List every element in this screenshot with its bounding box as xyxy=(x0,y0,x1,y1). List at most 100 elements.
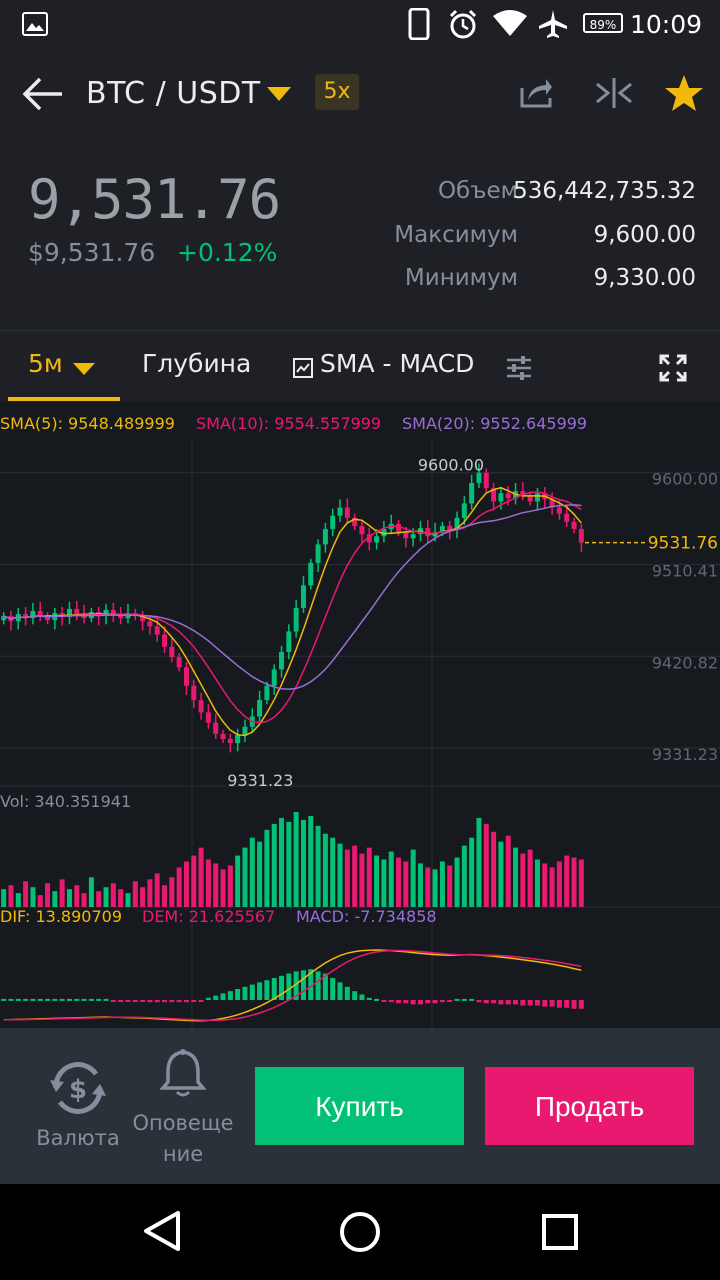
candle-body xyxy=(410,534,416,539)
volume-bar xyxy=(381,859,387,907)
candle-body xyxy=(257,700,263,717)
macd-histogram-bar xyxy=(344,986,350,1000)
sma-legend-item: SMA(20): 9552.645999 xyxy=(402,414,587,433)
macd-dem-line xyxy=(3,949,582,1022)
macd-histogram-bar xyxy=(549,1000,555,1007)
currency-exchange-icon[interactable]: $ xyxy=(46,1060,110,1116)
candle-body xyxy=(461,503,467,518)
alert-label-line1[interactable]: Оповеще xyxy=(130,1111,236,1135)
chart-settings-sliders-icon[interactable] xyxy=(504,353,534,383)
tab-depth[interactable]: Глубина xyxy=(142,349,251,378)
volume-bar xyxy=(534,859,540,907)
volume-bar xyxy=(388,851,394,907)
volume-bar xyxy=(439,861,445,907)
favorite-star-icon[interactable] xyxy=(664,74,704,112)
volume-bar xyxy=(337,843,343,907)
volume-bar xyxy=(227,865,233,907)
macd-histogram-bar xyxy=(279,975,285,1000)
kline-chart-area[interactable]: SMA(5): 9548.489999 SMA(10): 9554.557999 S… xyxy=(0,402,720,1028)
macd-histogram-bar xyxy=(81,998,87,1001)
macd-histogram-bar xyxy=(213,995,219,1000)
volume-bar xyxy=(300,819,306,907)
macd-legend-item: MACD: -7.734858 xyxy=(296,907,437,926)
currency-label[interactable]: Валюта xyxy=(28,1126,128,1150)
volume-bar xyxy=(118,889,124,907)
volume-bar xyxy=(132,881,138,907)
candle-body xyxy=(176,657,182,668)
volume-bar xyxy=(66,889,72,907)
compare-split-icon[interactable] xyxy=(594,76,634,110)
candle-body xyxy=(205,712,211,723)
kline-chart[interactable]: SMA(5): 9548.489999 SMA(10): 9554.557999 S… xyxy=(0,402,720,1028)
macd-histogram-bar xyxy=(191,1000,197,1002)
volume-bar xyxy=(549,867,555,907)
macd-histogram-bar xyxy=(432,1000,438,1004)
volume-bar xyxy=(125,893,131,907)
pair-dropdown-caret-icon[interactable] xyxy=(266,86,292,102)
tab-interval[interactable]: 5м xyxy=(28,349,63,378)
volume-bar xyxy=(476,817,482,907)
candle-body xyxy=(198,700,204,713)
candle-body xyxy=(483,472,489,489)
volume-bar xyxy=(88,877,94,907)
volume-bar xyxy=(110,883,116,907)
macd-histogram-bar xyxy=(542,1000,548,1007)
usd-price: $9,531.76 xyxy=(28,238,156,267)
macd-histogram-bar xyxy=(125,1000,131,1002)
sma-line xyxy=(3,504,582,691)
alert-label-line2[interactable]: ние xyxy=(130,1142,236,1166)
volume-bar xyxy=(374,855,380,907)
interval-dropdown-caret-icon[interactable] xyxy=(72,362,96,376)
high-value: 9,600.00 xyxy=(593,222,696,248)
macd-histogram-bar xyxy=(37,998,43,1001)
trading-pair-title[interactable]: BTC / USDT xyxy=(86,76,261,111)
macd-histogram-bar xyxy=(59,998,65,1001)
tab-indicators[interactable]: SMA - MACD xyxy=(320,349,474,378)
price-change-percent: +0.12% xyxy=(177,238,278,267)
svg-text:$: $ xyxy=(69,1075,87,1105)
low-value: 9,330.00 xyxy=(593,265,696,291)
alarm-icon xyxy=(449,9,477,39)
macd-histogram-bar xyxy=(469,998,475,1001)
macd-histogram-bar xyxy=(264,980,270,1000)
macd-histogram-bar xyxy=(300,970,306,1000)
min-price-marker: 9331.23 xyxy=(227,771,293,790)
macd-histogram-bar xyxy=(330,978,336,1000)
candle-body xyxy=(469,482,475,504)
macd-histogram-bar xyxy=(439,1000,445,1003)
macd-histogram-bar xyxy=(162,1000,168,1003)
volume-bar xyxy=(271,823,277,907)
nav-recents-icon[interactable] xyxy=(540,1212,580,1252)
volume-bar xyxy=(213,863,219,907)
candle-body xyxy=(564,513,570,522)
volume-bar xyxy=(344,849,350,907)
macd-histogram-bar xyxy=(527,1000,533,1006)
volume-bar xyxy=(483,823,489,907)
volume-bar xyxy=(59,879,65,907)
sell-button[interactable]: Продать xyxy=(485,1067,694,1145)
volume-bar xyxy=(286,821,292,907)
indicator-chart-icon[interactable] xyxy=(292,357,314,379)
nav-back-icon[interactable] xyxy=(140,1210,182,1252)
volume-bar xyxy=(235,855,241,907)
volume-bar xyxy=(74,885,80,907)
buy-button[interactable]: Купить xyxy=(255,1067,464,1145)
macd-histogram-bar xyxy=(534,1000,540,1006)
nav-home-icon[interactable] xyxy=(338,1210,382,1254)
macd-histogram-bar xyxy=(1,998,7,1001)
candle-body xyxy=(322,529,328,545)
macd-histogram-bar xyxy=(23,998,29,1001)
volume-bar xyxy=(330,837,336,907)
alert-bell-icon[interactable] xyxy=(160,1048,206,1098)
volume-bar xyxy=(520,853,526,907)
back-arrow-icon[interactable] xyxy=(22,76,64,112)
active-tab-indicator xyxy=(8,397,120,401)
volume-bar xyxy=(45,883,51,907)
volume-bar xyxy=(564,855,570,907)
volume-bar xyxy=(191,855,197,907)
fullscreen-icon[interactable] xyxy=(658,353,688,383)
share-icon[interactable] xyxy=(518,74,554,110)
macd-histogram-bar xyxy=(476,1000,482,1003)
volume-bar xyxy=(469,837,475,907)
volume-bar xyxy=(498,841,504,907)
